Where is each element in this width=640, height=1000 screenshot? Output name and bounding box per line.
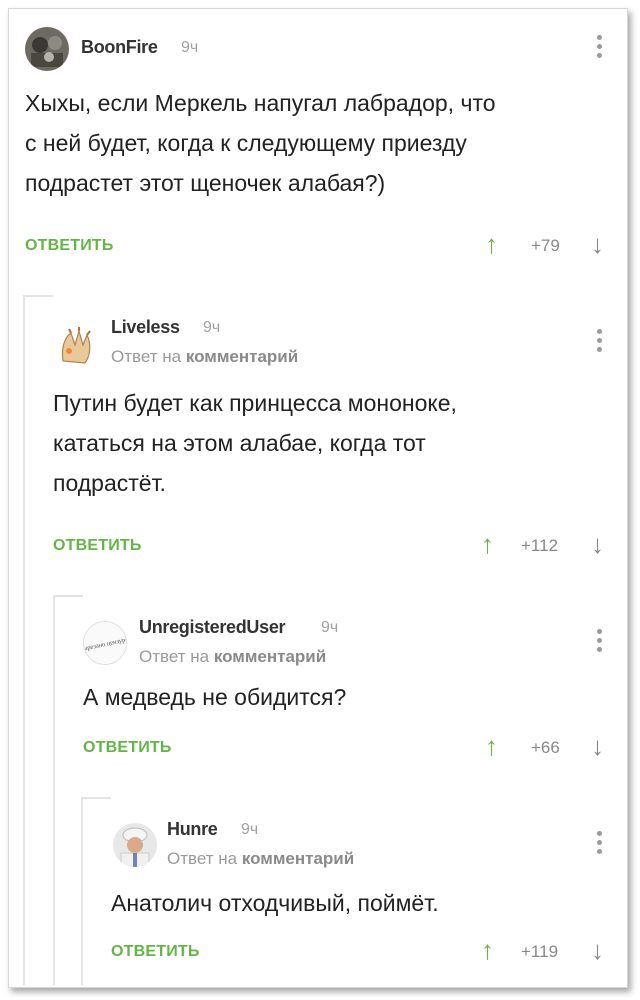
- comment-line: Хыхы, если Меркель напугал лабрадор, что: [25, 90, 496, 116]
- comment-text: А медведь не обидится?: [83, 677, 603, 717]
- more-menu-icon[interactable]: [597, 831, 603, 858]
- thread-line: [81, 797, 111, 799]
- reply-to-target[interactable]: комментарий: [186, 347, 298, 366]
- reply-to-target[interactable]: комментарий: [214, 647, 326, 666]
- timestamp: 9ч: [321, 619, 339, 636]
- reply-to-link[interactable]: Ответ на комментарий: [167, 849, 354, 869]
- upvote-arrow-icon[interactable]: ↑: [481, 937, 494, 963]
- comment-line: подрастет этот щеночек алабая?): [25, 170, 386, 196]
- comment-text: Хыхы, если Меркель напугал лабрадор, что…: [25, 83, 605, 203]
- avatar[interactable]: [25, 27, 69, 71]
- comment-line: подрастёт.: [53, 470, 166, 496]
- timestamp: 9ч: [241, 821, 259, 838]
- author-name[interactable]: UnregisteredUser: [139, 617, 286, 638]
- more-menu-icon[interactable]: [597, 35, 603, 62]
- thread-line[interactable]: [53, 595, 55, 985]
- comments-panel: BoonFire 9ч Хыхы, если Меркель напугал л…: [8, 8, 628, 988]
- thread-line: [23, 295, 53, 297]
- rating-score: +79: [531, 236, 560, 255]
- reply-to-link[interactable]: Ответ на комментарий: [139, 647, 326, 667]
- comment-line: Анатолич отходчивый, поймёт.: [111, 890, 439, 916]
- more-menu-icon[interactable]: [597, 629, 603, 656]
- reply-button[interactable]: ОТВЕТИТЬ: [25, 237, 114, 255]
- downvote-arrow-icon[interactable]: ↓: [591, 733, 604, 759]
- avatar[interactable]: [113, 823, 157, 867]
- rating-score: +112: [521, 536, 559, 555]
- reply-button[interactable]: ОТВЕТИТЬ: [111, 943, 200, 961]
- reply-to-prefix: Ответ на: [111, 347, 182, 366]
- reply-to-prefix: Ответ на: [167, 849, 238, 868]
- reply-to-target[interactable]: комментарий: [242, 849, 354, 868]
- author-name[interactable]: Liveless: [111, 317, 180, 338]
- thread-line[interactable]: [81, 797, 83, 985]
- comment-line: А медведь не обидится?: [83, 684, 347, 710]
- more-menu-icon[interactable]: [597, 329, 603, 356]
- comment-line: Путин будет как принцесса мононоке,: [53, 390, 457, 416]
- comment-line: с ней будет, когда к следующему приезду: [25, 130, 467, 156]
- comment-line: кататься на этом алабае, когда тот: [53, 430, 426, 456]
- avatar[interactable]: Вырезано цензурой: [83, 621, 127, 665]
- author-name[interactable]: Hunre: [167, 819, 218, 840]
- upvote-arrow-icon[interactable]: ↑: [485, 733, 498, 759]
- reply-to-prefix: Ответ на: [139, 647, 210, 666]
- upvote-arrow-icon[interactable]: ↑: [481, 531, 494, 557]
- downvote-arrow-icon[interactable]: ↓: [591, 231, 604, 257]
- upvote-arrow-icon[interactable]: ↑: [485, 231, 498, 257]
- comment-text: Анатолич отходчивый, поймёт.: [111, 883, 606, 923]
- reply-to-link[interactable]: Ответ на комментарий: [111, 347, 298, 367]
- thread-line: [53, 595, 83, 597]
- reply-button[interactable]: ОТВЕТИТЬ: [83, 739, 172, 757]
- comment-text: Путин будет как принцесса мононоке, ката…: [53, 383, 608, 503]
- reply-button[interactable]: ОТВЕТИТЬ: [53, 537, 142, 555]
- rating-score: +119: [521, 942, 559, 961]
- timestamp: 9ч: [203, 319, 221, 336]
- author-name[interactable]: BoonFire: [81, 37, 158, 58]
- downvote-arrow-icon[interactable]: ↓: [591, 531, 604, 557]
- rating-score: +66: [531, 738, 560, 757]
- timestamp: 9ч: [181, 39, 199, 56]
- downvote-arrow-icon[interactable]: ↓: [591, 937, 604, 963]
- avatar[interactable]: [55, 325, 97, 367]
- thread-line[interactable]: [23, 295, 25, 985]
